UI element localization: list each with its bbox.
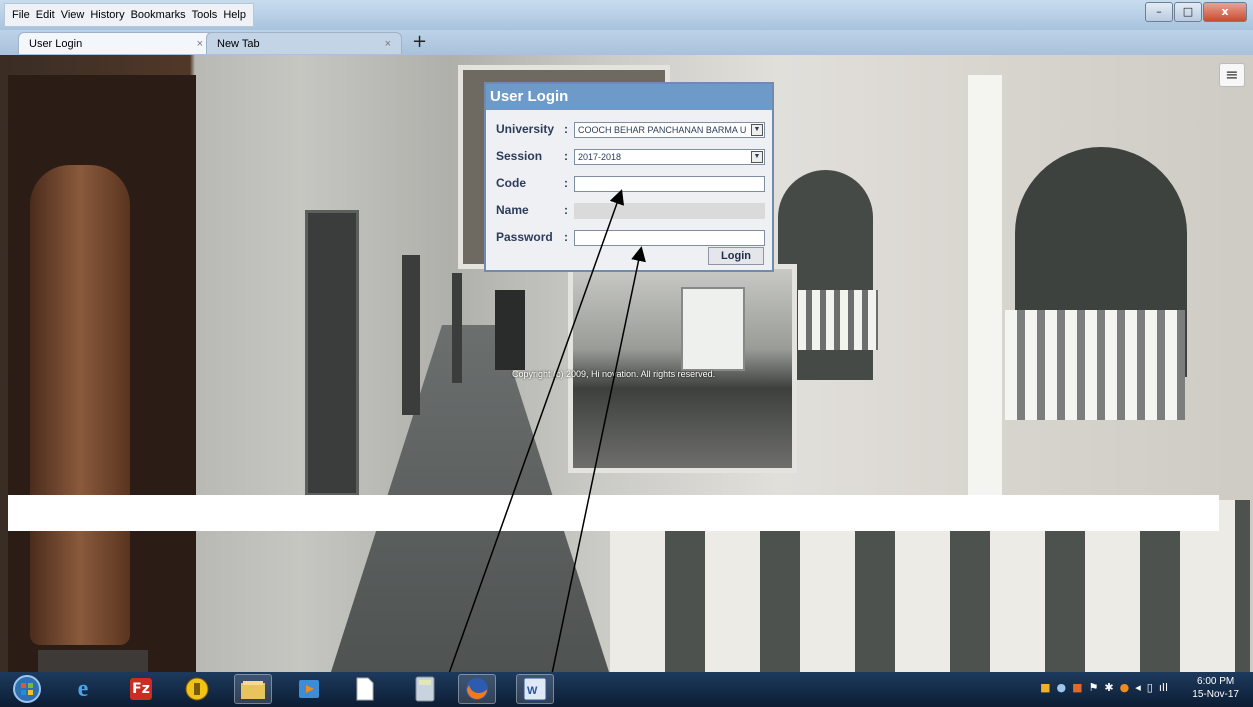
menu-bar: File Edit View History Bookmarks Tools H…	[4, 3, 254, 27]
tab-user-login[interactable]: User Login ×	[18, 32, 214, 54]
name-field-readonly	[574, 203, 765, 219]
clock-time: 6:00 PM	[1197, 676, 1235, 687]
internet-explorer-icon[interactable]: e	[64, 674, 102, 704]
menu-view[interactable]: View	[61, 9, 85, 21]
login-panel: User Login University : COOCH BEHAR PANC…	[484, 82, 774, 272]
close-window-button[interactable]: x	[1203, 2, 1247, 22]
svg-text:W: W	[527, 685, 538, 697]
dropdown-arrow-icon[interactable]: ▼	[751, 151, 763, 163]
menu-history[interactable]: History	[90, 9, 124, 21]
taskbar: e Fz W ■ ● ■ ⚑ ✱ ● ◂ ▯ ıll 6:00 PM 15-No…	[0, 672, 1253, 707]
system-tray: ■ ● ■ ⚑ ✱ ● ◂ ▯ ıll	[1040, 681, 1168, 694]
colon: :	[564, 122, 568, 136]
update-tray-icon[interactable]: ●	[1120, 681, 1130, 694]
colon: :	[564, 149, 568, 163]
menu-file[interactable]: File	[12, 9, 30, 21]
power-tray-icon[interactable]: ▯	[1147, 681, 1153, 694]
clock-date: 15-Nov-17	[1192, 689, 1239, 700]
blank-document-icon[interactable]	[346, 674, 384, 704]
university-select[interactable]: COOCH BEHAR PANCHANAN BARMA U ▼	[574, 122, 765, 138]
colon: :	[564, 176, 568, 190]
menu-edit[interactable]: Edit	[36, 9, 55, 21]
colon: :	[564, 230, 568, 244]
security-shield-icon[interactable]	[178, 674, 216, 704]
clock[interactable]: 6:00 PM 15-Nov-17	[1192, 675, 1239, 701]
background-railing	[1005, 310, 1185, 420]
tab-label: New Tab	[217, 37, 260, 50]
hamburger-menu-icon[interactable]: ≡	[1219, 63, 1245, 87]
login-button[interactable]: Login	[708, 247, 764, 265]
menu-tools[interactable]: Tools	[192, 9, 218, 21]
menu-bookmarks[interactable]: Bookmarks	[131, 9, 186, 21]
session-select[interactable]: 2017-2018 ▼	[574, 149, 765, 165]
window-controls: – □ x	[1144, 2, 1247, 22]
session-row: Session :	[496, 147, 574, 165]
calculator-icon[interactable]	[406, 674, 444, 704]
shield-tray-icon[interactable]: ■	[1040, 681, 1050, 694]
media-player-icon[interactable]	[290, 674, 328, 704]
background-statue-base	[38, 650, 148, 672]
background-window	[452, 273, 462, 383]
staircase-window	[681, 287, 745, 371]
white-band	[8, 495, 1219, 531]
university-label: University	[496, 122, 555, 136]
background-window	[305, 210, 359, 496]
file-explorer-icon[interactable]	[234, 674, 272, 704]
code-input[interactable]	[574, 176, 765, 192]
code-label: Code	[496, 176, 526, 190]
tab-new-tab[interactable]: New Tab ×	[206, 32, 402, 54]
session-value: 2017-2018	[578, 152, 622, 162]
background-window	[402, 255, 420, 415]
name-label: Name	[496, 203, 529, 217]
network-tray-icon[interactable]: ●	[1057, 681, 1067, 694]
background-railing	[798, 290, 878, 350]
filezilla-icon[interactable]: Fz	[122, 674, 160, 704]
university-value: COOCH BEHAR PANCHANAN BARMA U	[578, 125, 747, 135]
menu-help[interactable]: Help	[223, 9, 246, 21]
bluetooth-tray-icon[interactable]: ✱	[1104, 681, 1113, 694]
new-tab-button[interactable]: +	[412, 32, 427, 52]
name-row: Name :	[496, 201, 574, 219]
signal-tray-icon[interactable]: ıll	[1159, 681, 1168, 694]
copyright-text: Copyright (c) 2009, Hi novation. All rig…	[512, 369, 716, 379]
start-orb-icon[interactable]	[8, 674, 46, 704]
volume-tray-icon[interactable]: ◂	[1135, 681, 1141, 694]
login-title: User Login	[486, 84, 772, 110]
minimize-button[interactable]: –	[1145, 2, 1173, 22]
maximize-button[interactable]: □	[1174, 2, 1202, 22]
background-door	[495, 290, 525, 370]
firefox-icon[interactable]	[458, 674, 496, 704]
dropdown-arrow-icon[interactable]: ▼	[751, 124, 763, 136]
page-content: Copyright (c) 2009, Hi novation. All rig…	[0, 55, 1253, 672]
window-title-bar: File Edit View History Bookmarks Tools H…	[0, 0, 1253, 30]
password-row: Password :	[496, 228, 574, 246]
colon: :	[564, 203, 568, 217]
tab-label: User Login	[29, 37, 83, 50]
tab-strip: User Login × New Tab × +	[0, 30, 1253, 55]
filezilla-tray-icon[interactable]: ■	[1072, 681, 1082, 694]
word-icon[interactable]: W	[516, 674, 554, 704]
flag-tray-icon[interactable]: ⚑	[1089, 681, 1099, 694]
code-row: Code :	[496, 174, 574, 192]
close-tab-icon[interactable]: ×	[385, 38, 391, 50]
close-tab-icon[interactable]: ×	[197, 38, 203, 50]
background-statue	[30, 165, 130, 645]
session-label: Session	[496, 149, 543, 163]
university-row: University :	[496, 120, 574, 138]
password-input[interactable]	[574, 230, 765, 246]
password-label: Password	[496, 230, 553, 244]
